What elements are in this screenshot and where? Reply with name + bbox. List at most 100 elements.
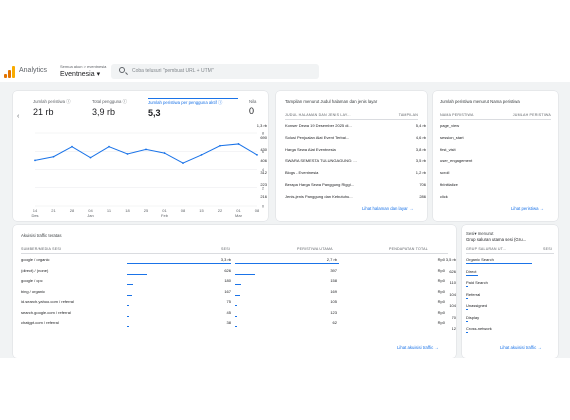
channel-row-bar [466,309,468,311]
channel-row-bar [466,320,468,322]
traffic-source: search.google.com / referral [21,309,71,315]
channels-col-group: GRUP SALURAN UT... [466,247,507,251]
divider [466,253,554,254]
x-tick-month-label: Feb [161,213,169,218]
divider [440,119,551,120]
traffic-key-events: 62 [332,320,337,325]
pages-col-views: TAMPILAN [398,113,418,117]
view-events-link[interactable]: Lihat peristiwa → [511,206,544,211]
traffic-revenue: Rp0 [437,257,445,262]
traffic-key-events-bar [235,326,237,328]
event-row-value: 1,2 rb [415,170,426,176]
view-channels-link[interactable]: Lihat akuisisi traffic → [500,345,542,350]
traffic-sessions-bar [127,273,147,275]
channel-row-name: Display [466,314,480,320]
channels-dimension-selector[interactable]: Grup saluran utama sesi (Gru... [466,237,526,242]
channel-row-value: 104 [449,303,456,308]
search-placeholder: Coba telusuri "pembuat URL + UTM" [132,68,214,74]
traffic-key-events: 123 [330,309,337,315]
traffic-sessions-bar [127,294,133,296]
traffic-sessions-bar [127,315,129,317]
y-tick-label: 0 [262,204,265,209]
channel-row-value: 626 [449,268,456,274]
arrow-right-icon: → [434,345,439,350]
data-point[interactable] [237,143,240,145]
traffic-col-source: SUMBER/MEDIA SESI [21,247,62,251]
page-row-value: 216 [260,193,267,199]
data-point[interactable] [182,162,184,165]
x-tick-label: 21 [51,208,56,213]
traffic-card-title: Akuisisi traffic teratas [21,233,62,238]
data-point[interactable] [71,145,73,148]
events-col-count: JUMLAH PERISTIWA [512,113,551,117]
page-row-value: 223 [260,182,267,187]
metrics-card: ‹ Jumlah peristiwa ⓘ 21 rb Total penggun… [13,91,268,221]
traffic-source: bing / organic [21,288,46,294]
traffic-source: google / cpc [21,278,43,283]
page-row-name: Blogs - Eventnesia [285,170,319,176]
traffic-col-sessions: SESI [221,247,230,251]
analytics-logo-icon[interactable] [4,66,16,78]
channel-row-name: Organic Search [466,257,494,262]
traffic-source: google / organic [21,257,50,262]
page-footer-area [0,358,570,420]
data-point[interactable] [256,154,258,156]
x-tick-month-label: Jan [87,213,93,218]
x-tick-month-label: Mar [235,213,243,218]
event-row-name: session_start [440,134,464,140]
search-icon [119,67,125,73]
x-tick-month-label: Des [31,213,38,218]
channel-row-name: Unassigned [466,303,488,308]
traffic-key-events: 2,7 rb [326,257,337,262]
data-point[interactable] [200,154,203,156]
page-row-value: 1,3 rb [256,123,267,128]
traffic-col-revenue: PENDAPATAN TOTAL [389,247,428,251]
pages-card: Tampilan menurut Judul halaman dan jenis… [257,91,427,221]
channel-row-name: Referral [466,291,481,297]
events-col-name: NAMA PERISTIWA [440,113,474,117]
page-row-name: Berapa Harga Sewa Panggung Riggi... [285,182,354,187]
traffic-sessions: 167 [224,288,231,294]
traffic-key-events-bar [235,263,339,265]
pages-card-title: Tampilan menurut Judul halaman dan jenis… [285,99,378,104]
events-card-title: Jumlah peristiwa menurut Nama peristiwa [440,99,520,104]
pages-col-title: JUDUL HALAMAN DAN JENIS LAY... [285,113,351,117]
channel-row-bar [466,286,468,288]
x-tick-label: 28 [70,208,75,213]
traffic-key-events-bar [235,294,241,296]
page-row-name: Konser Dewa 19 Desember 2025 di... [285,123,352,128]
traffic-revenue: Rp0 [437,299,445,304]
view-pages-link[interactable]: Lihat halaman dan layar → [362,206,413,211]
page-row-name: SWARA SEMESTA TULUNGAGUNG: ... [285,158,357,164]
traffic-sessions: 75 [226,299,231,304]
traffic-sessions-bar [127,284,133,286]
channel-row-value: 70 [451,314,456,320]
traffic-key-events: 397 [330,267,337,273]
data-point[interactable] [108,145,110,148]
traffic-revenue: Rp0 [437,320,445,325]
traffic-revenue: Rp0 [437,267,445,273]
view-traffic-link[interactable]: Lihat akuisisi traffic → [397,345,439,350]
property-selector[interactable]: Eventnesia ▾ [60,70,100,78]
traffic-source: chatgpt.com / referral [21,320,59,325]
page-row-name: Jenis-jenis Panggung dan Kebutuhu... [285,193,353,199]
channel-row-value: 104 [449,291,456,297]
search-bar[interactable]: Coba telusuri "pembuat URL + UTM" [111,64,319,79]
data-point[interactable] [126,153,129,155]
app-title: Analytics [19,67,48,74]
event-row-value: 5,4 rb [415,123,426,128]
page-row-name: Solusi Penjualan Alat Event Terbai... [285,134,350,140]
channel-row-bar [466,332,468,334]
channels-card: Sesi▾ menurut Grup saluran utama sesi (G… [446,225,558,358]
data-point[interactable] [145,148,147,151]
page-row-name: Harga Sewa Alat Eventnesia [285,146,336,152]
data-point[interactable] [219,144,221,147]
page-row-value: 430 [260,146,267,152]
traffic-sessions: 3,3 rb [220,257,231,262]
traffic-revenue: Rp0 [437,278,445,283]
event-row-name: scroll [440,170,450,176]
data-point[interactable] [89,156,92,159]
data-point[interactable] [52,155,55,158]
data-point[interactable] [34,159,36,162]
data-point[interactable] [163,152,166,154]
